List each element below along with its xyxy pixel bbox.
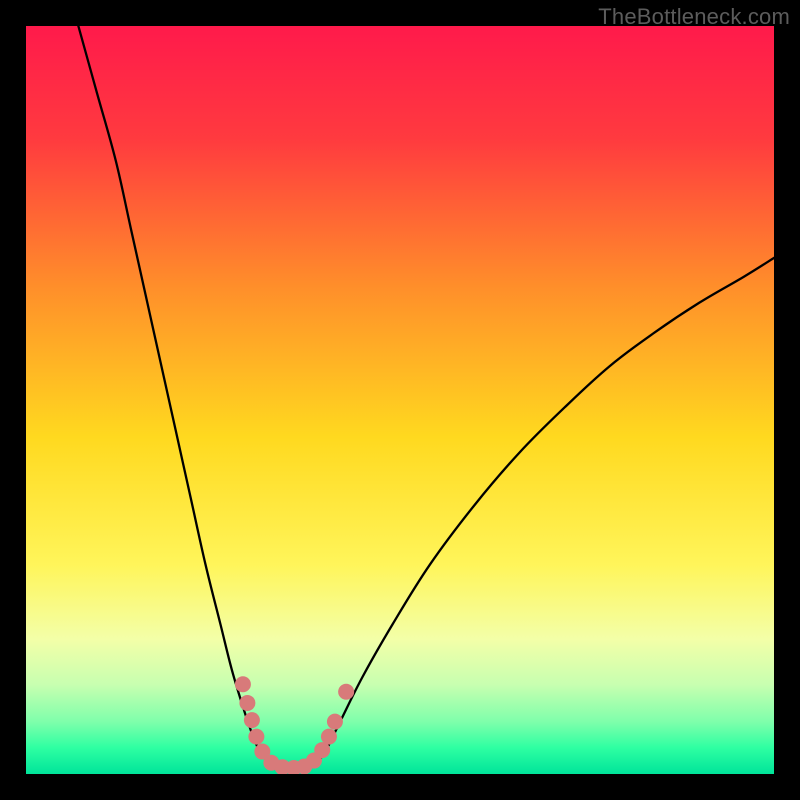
chart-marker [239, 695, 255, 711]
chart-marker [248, 729, 264, 745]
chart-plot [26, 26, 774, 774]
chart-marker [244, 712, 260, 728]
chart-marker [338, 684, 354, 700]
chart-background [26, 26, 774, 774]
chart-marker [235, 676, 251, 692]
chart-marker [321, 729, 337, 745]
chart-marker [327, 714, 343, 730]
chart-frame [26, 26, 774, 774]
